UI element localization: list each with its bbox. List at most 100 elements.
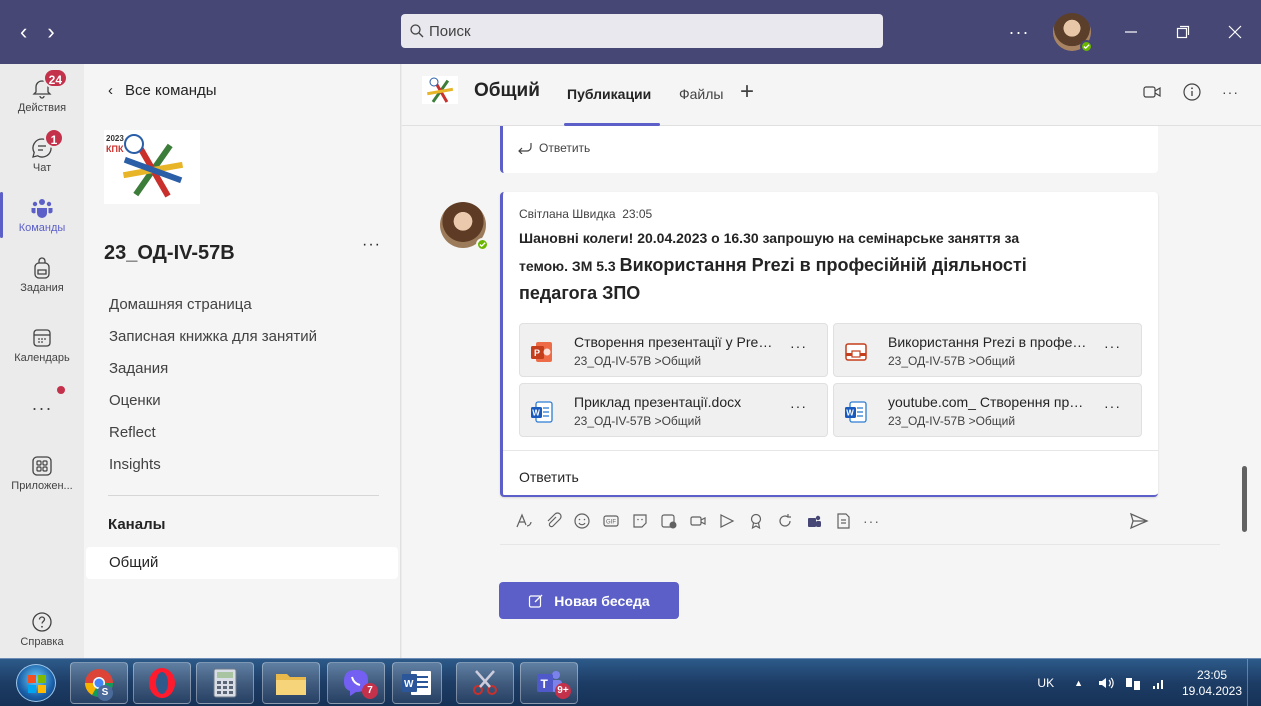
nav-class-notebook[interactable]: Записная книжка для занятий	[109, 328, 317, 345]
format-icon[interactable]	[515, 512, 533, 530]
rail-help-label: Справка	[20, 636, 64, 648]
nav-grades[interactable]: Оценки	[109, 392, 161, 409]
team-more-button[interactable]: ···	[362, 236, 381, 254]
attachment-file[interactable]: P Створення презентації у Prezi.pptx 23_…	[519, 323, 828, 377]
rail-chat[interactable]: 1 Чат	[0, 128, 84, 174]
clock[interactable]: 23:05 19.04.2023	[1177, 667, 1247, 699]
show-hidden-icons-icon[interactable]: ▲	[1074, 678, 1083, 688]
maximize-button[interactable]	[1157, 0, 1209, 64]
language-indicator[interactable]: UK	[1037, 676, 1054, 690]
attachment-name: Використання Prezi в професійній.pptx	[888, 334, 1088, 350]
updates-icon[interactable]	[776, 512, 794, 530]
meet-now-icon[interactable]	[689, 512, 707, 530]
help-icon	[32, 612, 52, 632]
feed-divider	[500, 544, 1220, 545]
system-tray: UK ▲ 23:05 19.04.2023	[1037, 659, 1261, 706]
attachment-more-button[interactable]: ···	[1104, 398, 1121, 414]
show-desktop-button[interactable]	[1247, 659, 1261, 706]
taskbar-explorer[interactable]	[262, 662, 320, 704]
search-input[interactable]: Поиск	[401, 14, 883, 48]
gif-icon[interactable]: GIF	[602, 512, 620, 530]
taskbar-viber[interactable]: 7	[327, 662, 385, 704]
info-icon[interactable]	[1182, 82, 1202, 102]
teams-app-icon[interactable]	[805, 512, 823, 530]
minimize-button[interactable]	[1105, 0, 1157, 64]
profile-avatar[interactable]	[1053, 13, 1093, 53]
header-more-button[interactable]: ···	[1222, 84, 1239, 100]
app-rail: 24 Действия 1 Чат Команды Задания Календ…	[0, 64, 84, 658]
rail-help[interactable]: Справка	[0, 610, 84, 648]
rail-teams-label: Команды	[18, 222, 66, 234]
nav-home-page[interactable]: Домашняя страница	[109, 296, 252, 313]
chevron-left-icon: ‹	[108, 82, 113, 99]
more-options-button[interactable]: ···	[999, 22, 1039, 43]
stream-icon[interactable]	[718, 512, 736, 530]
taskbar-chrome[interactable]: S	[70, 662, 128, 704]
volume-icon[interactable]	[1097, 675, 1115, 691]
nav-insights[interactable]: Insights	[109, 456, 161, 473]
post-author-line: Світлана Швидка 23:05	[519, 207, 652, 221]
tab-posts[interactable]: Публикации	[567, 86, 651, 102]
praise-icon[interactable]	[747, 512, 765, 530]
search-icon	[410, 24, 424, 38]
close-button[interactable]	[1209, 0, 1261, 64]
taskbar-snipping-tool[interactable]	[456, 662, 514, 704]
compose-toolbar: GIF ···	[515, 509, 1165, 533]
sticker-icon[interactable]	[631, 512, 649, 530]
rail-teams[interactable]: Команды	[0, 192, 84, 238]
search-placeholder: Поиск	[429, 22, 471, 40]
scissors-icon	[473, 670, 497, 695]
rail-more-apps[interactable]: ···	[0, 398, 84, 419]
attachment-file[interactable]: Використання Prezi в професійній.pptx 23…	[833, 323, 1142, 377]
add-tab-plus-icon[interactable]: +	[740, 78, 754, 106]
rail-apps[interactable]: Приложен...	[0, 454, 84, 492]
presentation-file-icon	[845, 343, 867, 361]
attachment-file[interactable]: W Приклад презентації.docx 23_ОД-IV-57В …	[519, 383, 828, 437]
windows-logo-icon	[28, 675, 46, 693]
reply-button[interactable]: Ответить	[519, 469, 579, 485]
all-teams-back-link[interactable]: ‹ Все команды	[108, 82, 217, 99]
attachment-more-button[interactable]: ···	[790, 398, 807, 414]
post-message: Шановні колеги! 20.04.2023 о 16.30 запро…	[519, 225, 1119, 308]
send-icon[interactable]	[1129, 511, 1149, 531]
channel-general[interactable]: Общий	[86, 547, 398, 579]
rail-assignments[interactable]: Задания	[0, 256, 84, 294]
video-call-icon[interactable]	[1142, 82, 1162, 102]
loop-component-icon[interactable]	[660, 512, 678, 530]
channel-logo	[422, 76, 458, 104]
rail-calendar[interactable]: Календарь	[0, 326, 84, 364]
svg-text:2023: 2023	[106, 134, 124, 143]
forms-icon[interactable]	[834, 512, 852, 530]
toolbar-more-button[interactable]: ···	[863, 513, 880, 529]
attachment-file[interactable]: W youtube.com_ Створення презентації.doc…	[833, 383, 1142, 437]
rail-activity[interactable]: 24 Действия	[0, 68, 84, 114]
clock-date: 19.04.2023	[1181, 684, 1243, 698]
taskbar-opera[interactable]	[133, 662, 191, 704]
network-icon[interactable]	[1125, 675, 1141, 691]
start-button[interactable]	[16, 664, 56, 702]
previous-post-card: Ответить	[500, 126, 1158, 173]
taskbar-teams[interactable]: T 9+	[520, 662, 578, 704]
word-file-icon: W	[845, 401, 867, 423]
author-avatar[interactable]	[440, 202, 489, 251]
attach-icon[interactable]	[544, 512, 562, 530]
tab-files[interactable]: Файлы	[679, 86, 723, 102]
previous-post-reply-button[interactable]: Ответить	[517, 141, 590, 155]
clock-time: 23:05	[1196, 668, 1228, 682]
nav-assignments[interactable]: Задания	[109, 360, 168, 377]
taskbar-calculator[interactable]	[196, 662, 254, 704]
all-teams-label: Все команды	[125, 82, 217, 99]
signal-icon[interactable]	[1151, 675, 1167, 691]
forward-arrow-icon[interactable]: ›	[47, 19, 54, 45]
nav-reflect[interactable]: Reflect	[109, 424, 156, 441]
taskbar-word[interactable]: W	[392, 662, 442, 704]
attachment-more-button[interactable]: ···	[790, 338, 807, 354]
emoji-icon[interactable]	[573, 512, 591, 530]
previous-reply-label: Ответить	[539, 141, 591, 155]
new-conversation-button[interactable]: Новая беседа	[499, 582, 679, 619]
back-arrow-icon[interactable]: ‹	[20, 19, 27, 45]
scrollbar-thumb[interactable]	[1242, 466, 1247, 532]
presence-available-icon	[476, 238, 489, 251]
attachment-more-button[interactable]: ···	[1104, 338, 1121, 354]
svg-text:КПК: КПК	[106, 144, 124, 154]
